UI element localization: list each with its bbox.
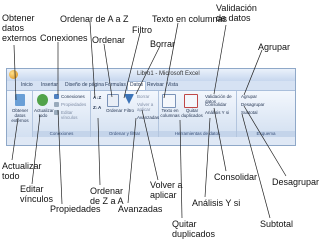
tab-insertar[interactable]: Insertar [41, 82, 58, 88]
label-validacion: Validación de datos [216, 3, 257, 23]
label-filtro: Filtro [132, 25, 152, 35]
label-editar: Editar vínculos [20, 184, 54, 204]
group-sort-filter: A↓Z Z↓A Ordenar Filtro Borrar Volver a a… [91, 91, 159, 137]
consolidate-button[interactable]: Consolidar [205, 102, 227, 107]
label-obtener-datos: Obtener datos externos [2, 13, 37, 43]
reapply-button[interactable]: Volver a aplicar [137, 102, 159, 112]
connections-button[interactable]: Conexiones [61, 94, 85, 99]
group-label-connections: Conexiones [33, 131, 90, 137]
label-desagrupar: Desagrupar [272, 177, 320, 187]
tab-inicio[interactable]: Inicio [21, 82, 33, 88]
label-conexiones: Conexiones [40, 33, 88, 43]
label-consolidar: Consolidar [214, 172, 258, 182]
tab-vista[interactable]: Vista [167, 82, 178, 88]
tab-datos[interactable]: Datos [127, 81, 147, 90]
advanced-button[interactable]: Avanzadas [137, 115, 159, 120]
group-label-outline: Esquema [237, 131, 295, 137]
group-external-data: Obtener datos externos [7, 91, 33, 137]
label-quitar-duplicados: Quitar duplicados [172, 219, 216, 239]
refresh-all-button[interactable]: Actualizar todo [34, 108, 54, 118]
remove-duplicates-button[interactable]: Quitar duplicados [181, 108, 203, 118]
sort-za-button[interactable]: Z↓A [93, 105, 101, 110]
ribbon-body: Obtener datos externos Actualizar todo C… [7, 91, 295, 137]
label-subtotal: Subtotal [260, 219, 294, 229]
database-icon [15, 94, 25, 106]
group-label-data-tools: Herramientas de datos [159, 131, 236, 137]
remove-duplicates-icon [184, 94, 198, 108]
refresh-icon [37, 94, 48, 106]
clear-button[interactable]: Borrar [137, 94, 150, 99]
label-agrupar: Agrupar [258, 42, 291, 52]
group-data-tools: Texto en columnas Quitar duplicados Vali… [159, 91, 237, 137]
office-button-icon[interactable] [9, 70, 18, 79]
edit-links-button[interactable]: Editar vínculos [61, 110, 90, 120]
label-ordenar-az: Ordenar de A a Z [60, 14, 129, 24]
label-volver-aplicar: Volver a aplicar [150, 180, 183, 200]
text-to-columns-button[interactable]: Texto en columnas [160, 108, 180, 118]
sort-az-button[interactable]: A↓Z [93, 95, 101, 100]
tab-revisar[interactable]: Revisar [147, 82, 164, 88]
group-outline: Agrupar Desagrupar Subtotal Esquema [237, 91, 295, 137]
subtotal-button[interactable]: Subtotal [241, 110, 258, 115]
label-analisis: Análisis Y si [192, 198, 241, 208]
group-label-sort-filter: Ordenar y filtrar [91, 131, 158, 137]
sort-icon [107, 94, 119, 107]
tab-formulas[interactable]: Fórmulas [105, 82, 126, 88]
ungroup-button[interactable]: Desagrupar [241, 102, 265, 107]
text-to-columns-icon [162, 94, 176, 108]
connections-icon [54, 94, 59, 99]
label-ordenar-za: Ordenar de Z a A [90, 186, 124, 206]
label-actualizar: Actualizar todo [2, 161, 42, 181]
filter-icon [124, 94, 134, 104]
tab-diseno[interactable]: Diseño de página [65, 82, 104, 88]
ribbon-tabs: Inicio Insertar Diseño de página Fórmula… [7, 81, 295, 91]
label-ordenar: Ordenar [92, 35, 126, 45]
window-title: Libro1 - Microsoft Excel [137, 71, 200, 77]
filter-button[interactable]: Filtro [124, 108, 134, 113]
group-connections: Actualizar todo Conexiones Propiedades E… [33, 91, 91, 137]
sort-button[interactable]: Ordenar [106, 108, 123, 113]
label-avanzadas: Avanzadas [118, 204, 163, 214]
edit-links-icon [54, 110, 59, 115]
properties-button[interactable]: Propiedades [61, 102, 86, 107]
get-external-data-button[interactable]: Obtener datos externos [8, 108, 32, 123]
group-button[interactable]: Agrupar [241, 94, 257, 99]
excel-ribbon: Libro1 - Microsoft Excel Inicio Insertar… [6, 68, 296, 146]
label-borrar: Borrar [150, 39, 176, 49]
properties-icon [54, 102, 59, 107]
what-if-button[interactable]: Análisis Y si [205, 110, 229, 115]
